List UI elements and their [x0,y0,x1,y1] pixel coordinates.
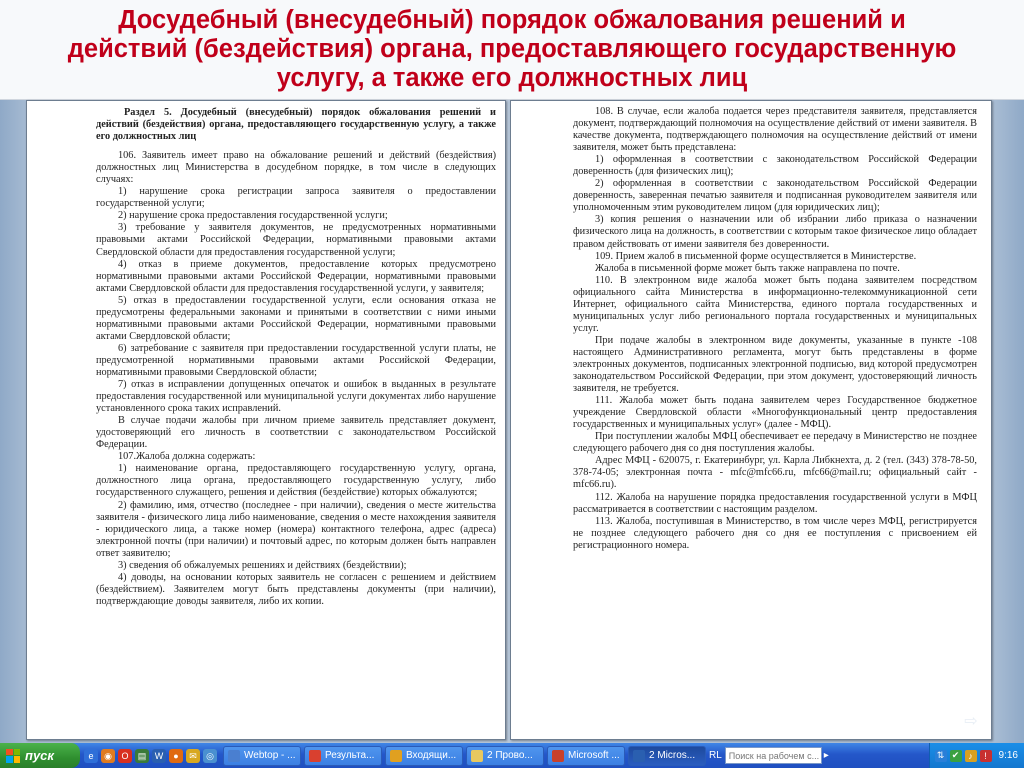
powerpoint-icon [552,749,564,762]
opera-icon[interactable]: O [118,748,132,763]
start-button[interactable]: пуск [0,743,80,768]
firefox-icon[interactable]: ● [169,748,183,763]
paragraph: 3) требование у заявителя документов, не… [96,222,496,258]
search-go-icon[interactable]: ▸ [824,749,836,763]
paragraph: 112. Жалоба на нарушение порядка предост… [573,491,977,515]
paragraph: 106. Заявитель имеет право на обжаловани… [96,150,496,186]
paragraph: 6) затребование с заявителя при предоста… [96,342,496,378]
task-label: 2 Прово... [487,750,533,761]
paragraph: 1) нарушение срока регистрации запроса з… [96,186,496,210]
clock: 9:16 [998,750,1018,761]
quick-launch: e ◉ O ▤ W ● ✉ ◎ [80,743,221,768]
security-icon[interactable]: ✔ [949,749,962,762]
paragraph: 109. Прием жалоб в письменной форме осущ… [595,250,917,262]
word-icon[interactable]: W [152,748,166,763]
document-page-left: Раздел 5. Досудебный (внесудебный) поряд… [26,100,506,740]
task-button[interactable]: 2 Прово... [466,745,544,766]
task-button[interactable]: Microsoft ... [547,745,625,766]
windows-logo-icon [6,748,20,763]
task-button[interactable]: Входящи... [385,745,463,766]
paragraph: В случае подачи жалобы при личном приеме… [96,415,496,451]
slide-title-line: Досудебный (внесудебный) порядок обжалов… [118,6,906,34]
desktop-search-input[interactable]: Поиск на рабочем с... [724,747,822,764]
paragraph: 7) отказ в исправлении допущенных опечат… [96,379,496,415]
task-label: Результа... [325,750,375,761]
section-heading: Раздел 5. Досудебный (внесудебный) поряд… [96,107,496,143]
paragraph: 108. В случае, если жалоба подается чере… [573,106,977,154]
paragraph: При подаче жалобы в электронном виде док… [573,334,977,395]
document-page-right: 108. В случае, если жалоба подается чере… [510,100,992,740]
document-text-left: Раздел 5. Досудебный (внесудебный) поряд… [96,107,496,608]
paragraph: При поступлении жалобы МФЦ обеспечивает … [573,431,977,455]
system-tray: ⇅ ✔ ♪ ! 9:16 [928,743,1024,768]
task-label: Входящи... [406,750,457,761]
start-label: пуск [25,748,54,763]
task-label: Webtop - ... [244,750,296,761]
document-text-right: 108. В случае, если жалоба подается чере… [573,106,977,552]
paragraph: Жалоба в письменной форме может быть так… [595,262,900,274]
slide-title-line: действий (бездействия) органа, предостав… [67,35,957,63]
word-icon [633,749,645,762]
language-indicator[interactable]: RL [706,750,725,761]
paragraph: 1) наименование органа, предоставляющего… [96,463,496,499]
slide-title-line: услугу, а также его должностных лиц [276,64,748,92]
paragraph: 2) оформленная в соответствии с законода… [573,178,977,214]
paragraph: 113. Жалоба, поступившая в Министерство,… [573,515,977,551]
ie-icon[interactable]: e [84,748,98,763]
task-button[interactable]: Результа... [304,745,382,766]
task-button-active[interactable]: 2 Micros... [628,745,706,766]
paragraph: 4) доводы, на основании которых заявител… [96,571,496,607]
paragraph: 110. В электронном виде жалоба может быт… [573,274,977,334]
slide-title: Досудебный (внесудебный) порядок обжалов… [0,6,1024,93]
browser-icon[interactable]: ◉ [101,748,115,763]
paragraph: 3) копия решения о назначении или об изб… [573,214,977,250]
paragraph: Адрес МФЦ - 620075, г. Екатеринбург, ул.… [573,455,977,491]
paragraph: 2) нарушение срока предоставления госуда… [118,210,388,222]
task-label: Microsoft ... [568,750,620,761]
taskbar: пуск e ◉ O ▤ W ● ✉ ◎ Webtop - ... Резуль… [0,743,1024,768]
task-button[interactable]: Webtop - ... [223,745,301,766]
slide-title-bar: Досудебный (внесудебный) порядок обжалов… [0,0,1024,100]
paragraph: 107.Жалоба должна содержать: [118,451,256,463]
paragraph: 4) отказ в приеме документов, предоставл… [96,258,496,294]
task-list: Webtop - ... Результа... Входящи... 2 Пр… [221,743,706,768]
volume-icon[interactable]: ♪ [964,749,977,762]
alert-icon[interactable]: ! [979,749,992,762]
task-label: 2 Micros... [649,750,696,761]
window-icon [228,749,240,762]
paragraph: 1) оформленная в соответствии с законода… [573,154,977,178]
next-slide-arrow-icon[interactable]: ⇨ [962,714,980,730]
paragraph: 111. Жалоба может быть подана заявителем… [573,395,977,431]
mail-icon[interactable]: ✉ [186,748,200,763]
chrome-icon[interactable]: ◎ [203,748,217,763]
folder-icon [471,749,483,762]
folder-icon[interactable]: ▤ [135,748,149,763]
network-icon[interactable]: ⇅ [934,749,947,762]
mail-icon [390,749,402,762]
paragraph: 3) сведения об обжалуемых решениях и дей… [118,559,407,571]
paragraph: 5) отказ в предоставлении государственно… [96,294,496,342]
paragraph: 2) фамилию, имя, отчество (последнее - п… [96,499,496,559]
chrome-icon [309,749,321,762]
